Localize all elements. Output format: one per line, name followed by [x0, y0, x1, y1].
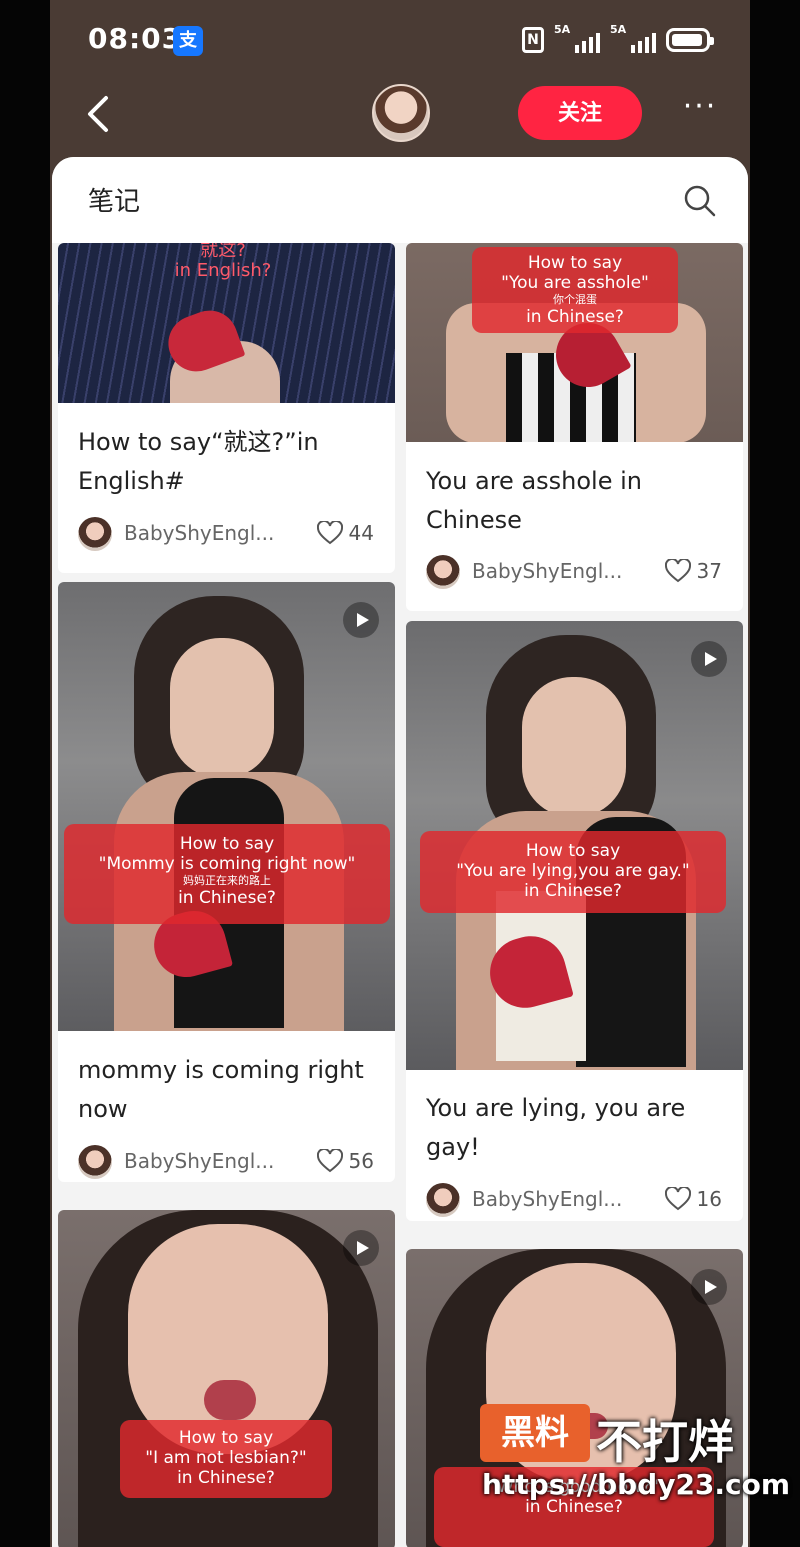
note-title: mommy is coming right now [78, 1056, 364, 1123]
note-title: How to say“就这?”in English# [78, 428, 319, 495]
like-count[interactable]: 16 [664, 1187, 722, 1211]
note-title: You are lying, you are gay! [426, 1094, 686, 1161]
note-card[interactable]: How to say "I am not lesbian?" in Chines… [58, 1210, 395, 1547]
heart-icon [664, 559, 691, 583]
more-options-icon[interactable]: ··· [678, 92, 722, 128]
author-avatar [78, 1145, 112, 1179]
caption-line: "You are asshole" [501, 273, 649, 293]
note-thumbnail: How to say "Mommy is coming right now" 妈… [58, 582, 395, 1031]
like-number: 16 [696, 1187, 722, 1211]
caption-line: How to say [179, 834, 275, 854]
heart-icon [664, 1187, 691, 1211]
author-avatar [426, 1183, 460, 1217]
thumbnail-caption: How to say "You are lying,you are gay." … [420, 831, 726, 913]
author-name: BabyShyEngl... [472, 1187, 623, 1211]
caption-line: in Chinese? [524, 881, 622, 901]
caption-line: 就这? [200, 243, 246, 261]
note-card[interactable]: How to say "Mommy is coming right now" 妈… [58, 582, 395, 1182]
caption-line: in Chinese? [177, 1468, 275, 1488]
heart-icon [316, 1149, 343, 1173]
phone-screen: 08:03 支 N 5A 5A 关注 ··· 笔记 就这? in English… [50, 0, 750, 1547]
signal-label: 5A [554, 23, 571, 36]
note-card[interactable]: 就这? in English? How to say“就这?”in Englis… [58, 243, 395, 573]
caption-line: "I am not lesbian?" [145, 1448, 307, 1468]
note-card[interactable]: How to say "You are asshole" 你个混蛋 in Chi… [406, 243, 743, 611]
play-icon [691, 1269, 727, 1305]
note-thumbnail: How to say "You are asshole" 你个混蛋 in Chi… [406, 243, 743, 442]
note-title: You are asshole in Chinese [426, 467, 642, 534]
caption-line: 妈妈正在来的路上 [183, 874, 271, 887]
author-avatar [426, 555, 460, 589]
watermark-url: https://bbdy23.com [482, 1468, 791, 1501]
play-icon [343, 602, 379, 638]
note-meta: BabyShyEngl... 44 [78, 515, 378, 555]
like-number: 56 [348, 1149, 374, 1173]
battery-icon [666, 28, 714, 52]
like-count[interactable]: 44 [316, 521, 374, 545]
alipay-icon: 支 [173, 26, 203, 56]
like-count[interactable]: 56 [316, 1149, 374, 1173]
signal-icon-2: 5A [610, 23, 656, 53]
thumbnail-caption: 就这? in English? [138, 243, 308, 287]
note-thumbnail: 就这? in English? [58, 243, 395, 403]
nfc-icon: N [522, 27, 544, 53]
back-button[interactable] [80, 92, 120, 136]
watermark-text: 不打烊 [596, 1415, 734, 1469]
author-name: BabyShyEngl... [124, 1149, 275, 1173]
notes-sheet: 笔记 就这? in English? How to say“就这?”in Eng… [52, 157, 748, 1547]
caption-line: 你个混蛋 [553, 293, 597, 306]
note-meta: BabyShyEngl... 16 [426, 1181, 726, 1221]
like-number: 37 [696, 559, 722, 583]
system-icons: N 5A 5A [522, 23, 714, 54]
caption-line: "You are lying,you are gay." [456, 861, 690, 881]
status-bar: 08:03 支 N 5A 5A [50, 0, 750, 80]
caption-line: How to say [527, 253, 623, 273]
follow-button[interactable]: 关注 [518, 86, 642, 140]
note-meta: BabyShyEngl... 56 [78, 1143, 378, 1182]
status-time: 08:03 [88, 22, 183, 55]
thumbnail-caption: How to say "I am not lesbian?" in Chines… [120, 1420, 332, 1498]
heart-icon [316, 521, 343, 545]
chevron-left-icon [88, 96, 108, 132]
author-name: BabyShyEngl... [472, 559, 623, 583]
note-card[interactable]: How to say "You are lying,you are gay." … [406, 621, 743, 1221]
watermark: 黑料 不打烊 https://bbdy23.com [480, 1404, 790, 1524]
sheet-header: 笔记 [52, 157, 748, 243]
note-thumbnail: How to say "You are lying,you are gay." … [406, 621, 743, 1070]
author-avatar [78, 517, 112, 551]
caption-line: in Chinese? [526, 307, 624, 327]
signal-label-2: 5A [610, 23, 627, 36]
play-icon [691, 641, 727, 677]
like-count[interactable]: 37 [664, 559, 722, 583]
right-letterbox [750, 0, 800, 1547]
note-meta: BabyShyEngl... 37 [426, 553, 726, 593]
thumbnail-caption: How to say "You are asshole" 你个混蛋 in Chi… [472, 247, 678, 333]
signal-icon: 5A [554, 23, 600, 53]
watermark-badge: 黑料 [480, 1404, 590, 1462]
profile-avatar[interactable] [372, 84, 430, 142]
like-number: 44 [348, 521, 374, 545]
caption-line: How to say [525, 841, 621, 861]
play-icon [343, 1230, 379, 1266]
caption-line: "Mommy is coming right now" [98, 854, 356, 874]
note-thumbnail: How to say "I am not lesbian?" in Chines… [58, 1210, 395, 1547]
sheet-title: 笔记 [88, 187, 141, 217]
caption-line: in English? [174, 260, 272, 281]
search-icon[interactable] [682, 183, 718, 219]
left-letterbox [0, 0, 50, 1547]
author-name: BabyShyEngl... [124, 521, 275, 545]
caption-line: How to say [178, 1428, 274, 1448]
thumbnail-caption: How to say "Mommy is coming right now" 妈… [64, 824, 390, 924]
caption-line: in Chinese? [178, 888, 276, 908]
